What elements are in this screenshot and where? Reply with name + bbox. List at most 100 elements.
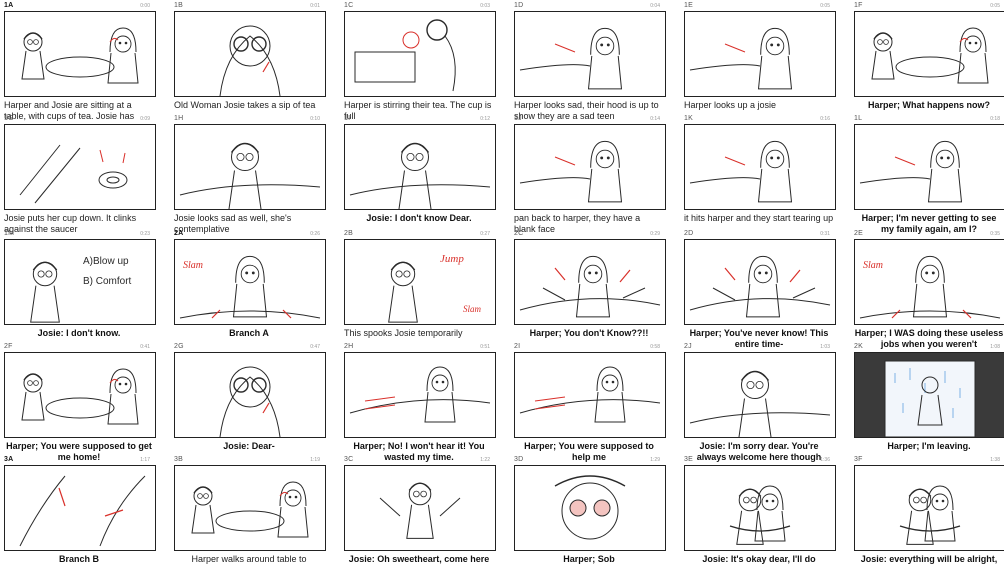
storyboard-panel[interactable]: 1H 0:10 Josie looks sad as well, she's co…: [170, 113, 338, 234]
storyboard-panel[interactable]: 2E 0:35 Slam Harper; I WAS doing these use…: [850, 228, 1004, 349]
storyboard-panel[interactable]: 1B 0:01 Old Woman Josie takes a sip of te…: [170, 0, 338, 117]
panel-duration: 0:31: [820, 231, 830, 237]
storyboard-panel[interactable]: 2J 1:03 Josie: I'm sorry dear. You're alw…: [680, 341, 848, 462]
panel-sketch: [854, 465, 1004, 551]
storyboard-panel[interactable]: 1I 0:12 Josie: I don't know Dear.: [340, 113, 508, 230]
panel-code: 2A: [174, 230, 184, 237]
panel-sketch: [4, 352, 156, 438]
storyboard-panel[interactable]: 1F 0:05 Harper; What happens now?: [850, 0, 1004, 117]
storyboard-panel[interactable]: 2G 0:47 Josie: Dear-: [170, 341, 338, 458]
storyboard-panel[interactable]: 3E 1:36 Josie: It's okay dear, I'll do: [680, 454, 848, 571]
panel-sketch: [684, 239, 836, 325]
panel-sketch: [174, 124, 326, 210]
panel-sketch: [514, 124, 666, 210]
panel-duration: 0:10: [310, 116, 320, 122]
storyboard-panel[interactable]: 2C 0:29 Harper; You don't Know??!!: [510, 228, 678, 345]
panel-code: 1F: [854, 2, 863, 9]
panel-code: 2G: [174, 343, 184, 350]
panel-code: 2C: [514, 230, 524, 237]
panel-sketch: [514, 11, 666, 97]
panel-code: 3E: [684, 456, 693, 463]
panel-code: 1D: [514, 2, 524, 9]
storyboard-panel[interactable]: 2K 1:08 Harper; I'm leaving.: [850, 341, 1004, 458]
panel-duration: 0:05: [990, 3, 1000, 9]
storyboard-panel[interactable]: 1L 0:18 Harper; I'm never getting to see …: [850, 113, 1004, 234]
panel-caption: Josie: It's okay dear, I'll do: [702, 554, 816, 564]
panel-duration: 1:22: [480, 457, 490, 463]
panel-code: 1C: [344, 2, 354, 9]
storyboard-panel[interactable]: 3D 1:29 Harper; Sob: [510, 454, 678, 571]
storyboard-panel[interactable]: 3B 1:19 Harper walks around table to: [170, 454, 338, 571]
panel-duration: 1:03: [820, 344, 830, 350]
panel-duration: 0:04: [650, 3, 660, 9]
panel-sketch: [854, 11, 1004, 97]
panel-duration: 0:26: [310, 231, 320, 237]
panel-duration: 0:18: [990, 116, 1000, 122]
panel-sketch: [854, 124, 1004, 210]
storyboard-panel[interactable]: 1E 0:05 Harper looks up a josie: [680, 0, 848, 117]
storyboard-panel[interactable]: 1G 0:09 Josie puts her cup down. It clink…: [0, 113, 168, 234]
panel-duration: 0:14: [650, 116, 660, 122]
panel-caption: Josie: Dear-: [223, 441, 275, 451]
storyboard-panel[interactable]: 1K 0:16 it hits harper and they start tea…: [680, 113, 848, 230]
panel-sketch: [174, 11, 326, 97]
storyboard-panel[interactable]: 1A 0:00 Harper and Josie are sitting at a…: [0, 0, 168, 121]
storyboard-panel[interactable]: 1M 0:23 A)Blow up B) Comfort Josie: I don'…: [0, 228, 168, 345]
storyboard-panel[interactable]: 3C 1:22 Josie: Oh sweetheart, come here: [340, 454, 508, 571]
panel-duration: 0:16: [820, 116, 830, 122]
storyboard-panel[interactable]: 3A 1:17 Branch B: [0, 454, 168, 571]
panel-code: 1K: [684, 115, 693, 122]
panel-caption: Harper; What happens now?: [867, 100, 990, 110]
storyboard-panel[interactable]: 2D 0:31 Harper; You've never know! This e…: [680, 228, 848, 349]
sfx-jump: Jump: [440, 253, 464, 265]
storyboard-panel[interactable]: 2F 0:41 Harper; You were supposed to get …: [0, 341, 168, 462]
panel-caption: Harper looks up a josie: [684, 100, 777, 110]
panel-caption: Branch A: [229, 328, 269, 338]
storyboard-panel[interactable]: 3F 1:38 Josie: everything will be alright…: [850, 454, 1004, 571]
panel-sketch: [514, 352, 666, 438]
panel-code: 1I: [344, 115, 351, 122]
panel-sketch: [344, 352, 496, 438]
storyboard-panel[interactable]: 2H 0:51 Harper; No! I won't hear it! You …: [340, 341, 508, 462]
panel-code: 1G: [4, 115, 14, 122]
panel-caption: Harper; You don't Know??!!: [529, 328, 649, 338]
panel-duration: 1:17: [140, 457, 150, 463]
panel-duration: 0:12: [480, 116, 490, 122]
panel-sketch: Slam: [174, 239, 326, 325]
panel-code: 2J: [684, 343, 692, 350]
storyboard-grid: 1A 0:00 Harper and Josie are sitting at a…: [0, 0, 1004, 566]
panel-caption: Josie: everything will be alright,: [860, 554, 998, 564]
panel-code: 2F: [4, 343, 13, 350]
panel-duration: 0:27: [480, 231, 490, 237]
panel-code: 1A: [4, 2, 14, 9]
panel-sketch: [4, 124, 156, 210]
storyboard-panel[interactable]: 2I 0:58 Harper; You were supposed to help…: [510, 341, 678, 462]
panel-sketch: [684, 465, 836, 551]
branch-note-b: B) Comfort: [83, 276, 132, 287]
panel-duration: 0:41: [140, 344, 150, 350]
panel-code: 3C: [344, 456, 354, 463]
panel-caption: Harper; Sob: [563, 554, 615, 564]
panel-code: 1E: [684, 2, 693, 9]
panel-duration: 1:38: [990, 457, 1000, 463]
panel-sketch: [344, 124, 496, 210]
storyboard-panel[interactable]: 2A 0:26 Slam Branch A: [170, 228, 338, 345]
panel-code: 2I: [514, 343, 521, 350]
panel-duration: 0:05: [820, 3, 830, 9]
panel-sketch: [174, 352, 326, 438]
panel-caption: Branch B: [58, 554, 99, 564]
panel-duration: 0:51: [480, 344, 490, 350]
branch-note-a: A)Blow up: [83, 256, 129, 267]
storyboard-panel[interactable]: 1J 0:14 pan back to harper, they have a b…: [510, 113, 678, 234]
storyboard-panel[interactable]: 1D 0:04 Harper looks sad, their hood is u…: [510, 0, 678, 121]
panel-code: 3A: [4, 456, 14, 463]
storyboard-panel[interactable]: 1C 0:03 Harper is stirring their tea. The…: [340, 0, 508, 121]
panel-code: 1L: [854, 115, 863, 122]
panel-sketch: [854, 352, 1004, 438]
sfx-slam-2: Slam: [863, 260, 883, 271]
panel-sketch: [514, 465, 666, 551]
storyboard-panel[interactable]: 2B 0:27 Jump Slam This spooks Josie tempor…: [340, 228, 508, 345]
panel-code: 2H: [344, 343, 354, 350]
panel-sketch: [514, 239, 666, 325]
panel-duration: 0:47: [310, 344, 320, 350]
